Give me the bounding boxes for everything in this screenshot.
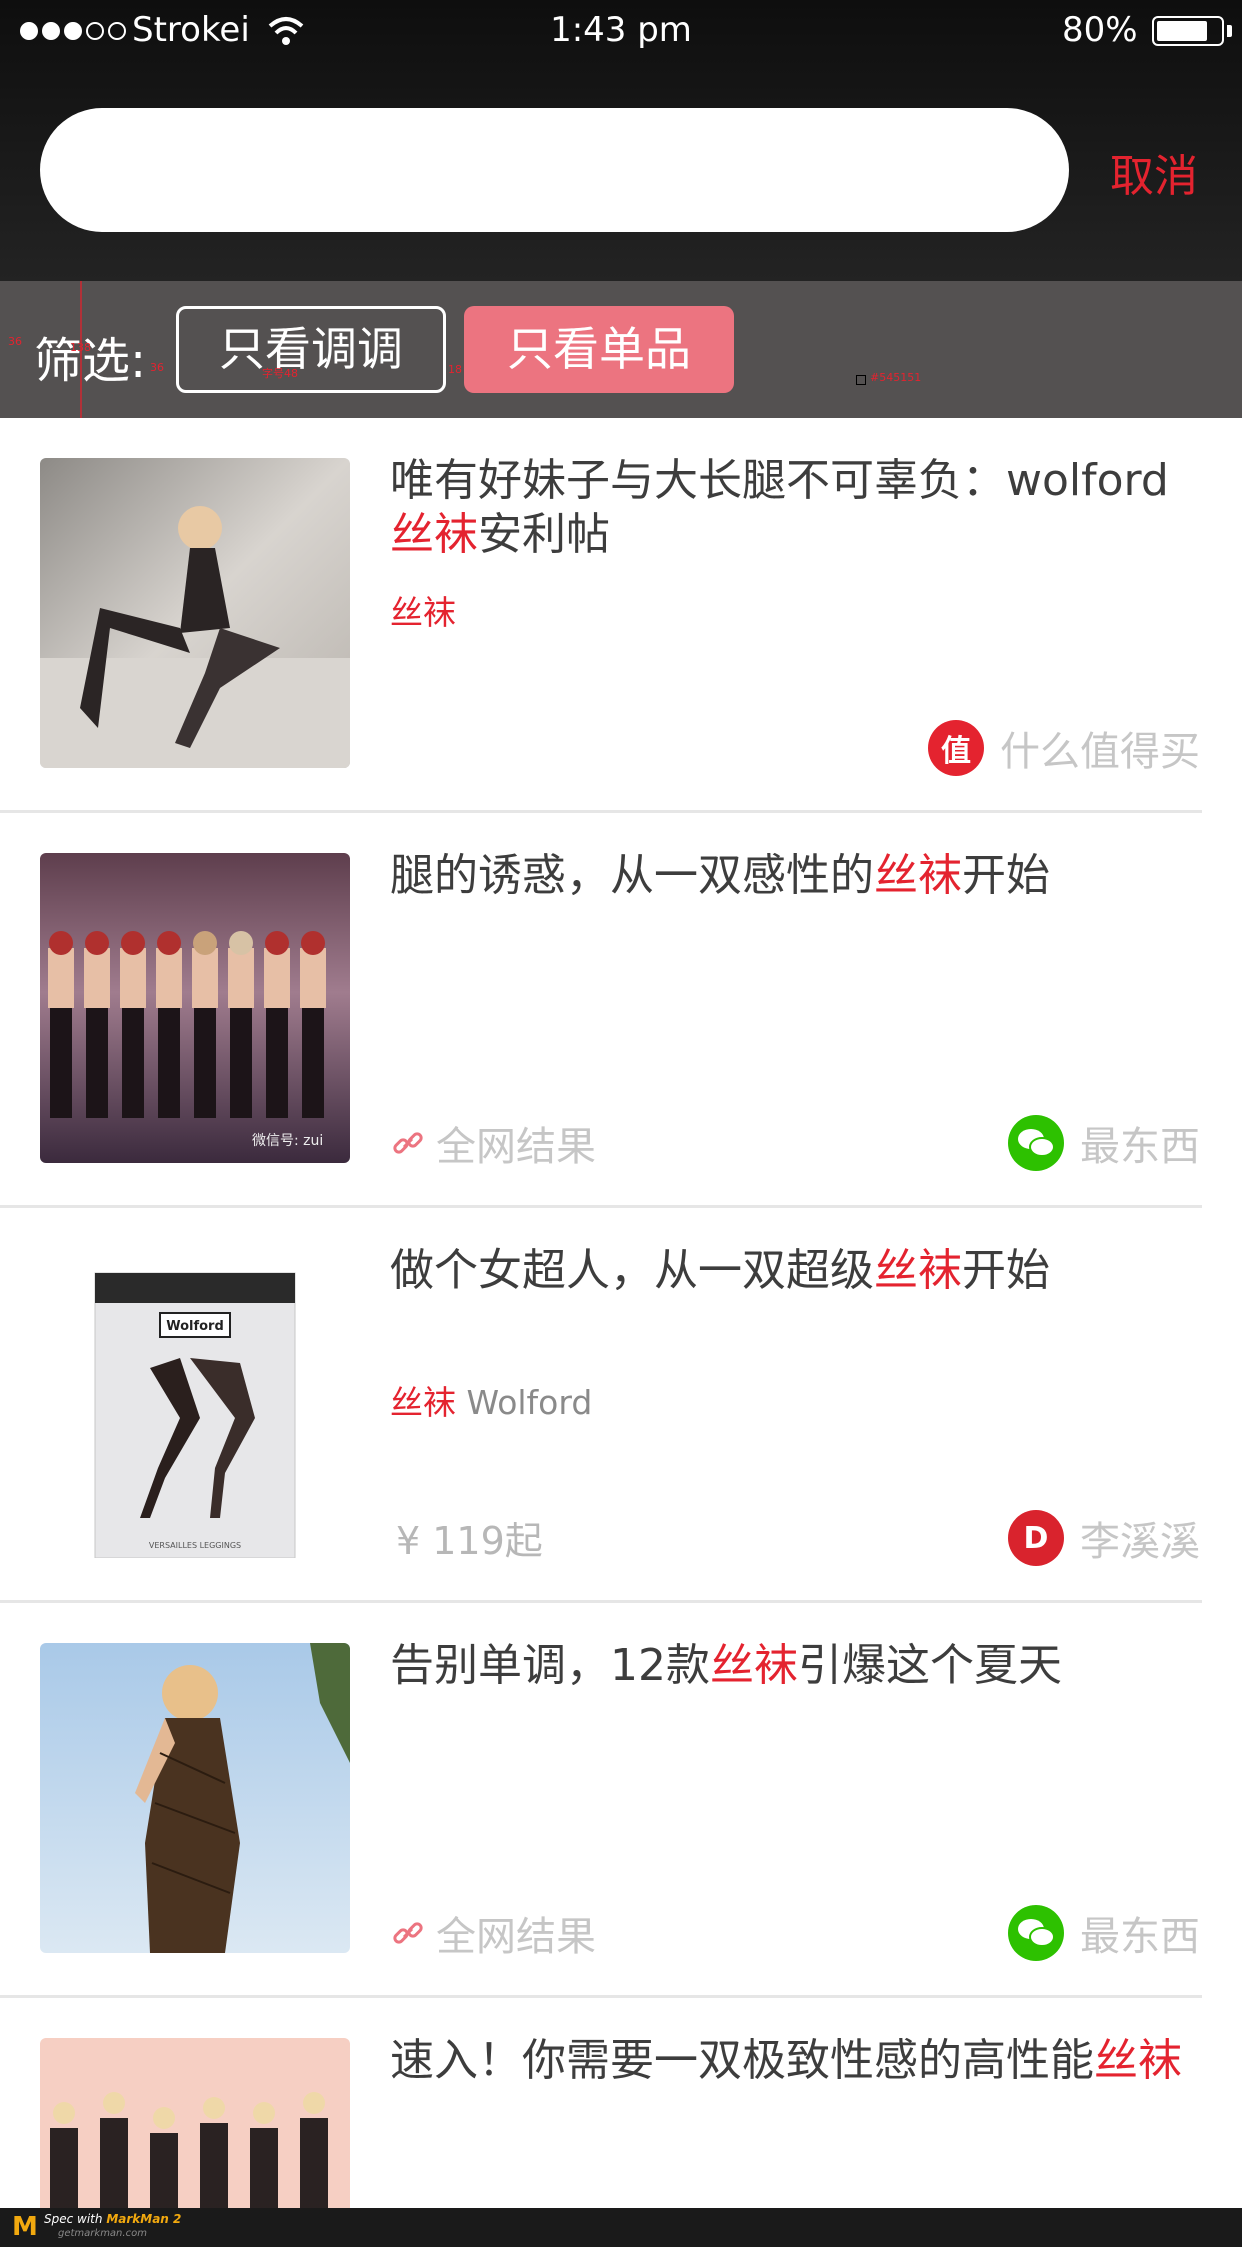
spec-color-swatch xyxy=(856,375,866,385)
list-item[interactable]: 唯有好妹子与大长腿不可辜负：wolford丝袜安利帖 丝袜 值 什么值得买 xyxy=(0,418,1242,813)
item-title: 告别单调，12款丝袜引爆这个夏天 xyxy=(390,1640,1062,1691)
list-item[interactable]: 微信号: zui 腿的诱惑，从一双感性的丝袜开始 全网结果 最东西 xyxy=(0,813,1242,1208)
item-thumbnail: 微信号: zui xyxy=(40,853,350,1163)
filter-only-looks-button[interactable]: 只看调调 xyxy=(176,306,446,393)
item-price: ¥ 119起 xyxy=(396,1519,543,1563)
battery-percentage: 80% xyxy=(1062,10,1138,50)
d-icon: D xyxy=(1008,1510,1064,1566)
item-source: 最东西 xyxy=(1008,1904,1200,1962)
filter-label: 筛选: xyxy=(34,333,147,389)
item-source: 值 什么值得买 xyxy=(928,719,1200,777)
svg-text:Wolford: Wolford xyxy=(166,1319,224,1334)
list-item[interactable]: Wolford VERSAILLES LEGGINGS 做个女超人，从一双超级丝… xyxy=(0,1208,1242,1603)
item-title: 腿的诱惑，从一双感性的丝袜开始 xyxy=(390,850,1050,901)
list-item[interactable]: 告别单调，12款丝袜引爆这个夏天 全网结果 最东西 xyxy=(0,1603,1242,1998)
wechat-icon xyxy=(1008,1115,1064,1171)
spec-annotation: #545151 xyxy=(870,371,922,384)
markman-url: getmarkman.com xyxy=(58,2228,147,2239)
svg-text:微信号: zui: 微信号: zui xyxy=(252,1133,323,1149)
svg-text:VERSAILLES LEGGINGS: VERSAILLES LEGGINGS xyxy=(149,1541,241,1550)
markman-footer: M Spec with MarkMan 2 getmarkman.com xyxy=(0,2208,1242,2247)
cancel-button[interactable]: 取消 xyxy=(1110,140,1198,204)
item-title: 速入！你需要一双极致性感的高性能丝袜 xyxy=(390,2035,1182,2086)
filter-bar: 筛选: 只看调调 只看单品 36 138 36 字号48 18 #545151 xyxy=(0,281,1242,418)
clock: 1:43 pm xyxy=(550,10,692,50)
status-bar: Strokei 1:43 pm 80% xyxy=(0,0,1242,64)
item-source: D 李溪溪 xyxy=(1008,1509,1200,1567)
item-thumbnail xyxy=(40,458,350,768)
all-web-results-link[interactable]: 全网结果 xyxy=(390,1904,596,1962)
link-icon xyxy=(393,1132,423,1154)
list-item[interactable]: 速入！你需要一双极致性感的高性能丝袜 xyxy=(0,1998,1242,2208)
item-thumbnail: Wolford VERSAILLES LEGGINGS xyxy=(40,1248,350,1558)
item-thumbnail xyxy=(40,2038,350,2208)
item-source: 最东西 xyxy=(1008,1114,1200,1172)
header: Strokei 1:43 pm 80% 取消 xyxy=(0,0,1242,281)
markman-logo: M xyxy=(12,2212,38,2242)
spec-annotation: 字号48 xyxy=(262,367,298,380)
item-title: 做个女超人，从一双超级丝袜开始 xyxy=(390,1245,1050,1296)
item-tags: 丝袜 Wolford xyxy=(390,1383,593,1422)
filter-only-items-button[interactable]: 只看单品 xyxy=(464,306,734,393)
markman-tagline: Spec with MarkMan 2 xyxy=(44,2212,182,2226)
all-web-results-link[interactable]: 全网结果 xyxy=(390,1114,596,1172)
item-title: 唯有好妹子与大长腿不可辜负：wolford丝袜安利帖 xyxy=(390,455,1169,560)
zhi-icon: 值 xyxy=(928,720,984,776)
link-icon xyxy=(393,1922,423,1944)
item-thumbnail xyxy=(40,1643,350,1953)
spec-annotation: 36 xyxy=(8,335,22,348)
spec-guide-line xyxy=(80,281,82,418)
wechat-icon xyxy=(1008,1905,1064,1961)
spec-annotation: 18 xyxy=(448,363,462,376)
spec-annotation: 36 xyxy=(150,361,164,374)
battery-tip xyxy=(1227,25,1232,37)
item-tags: 丝袜 xyxy=(390,593,456,632)
search-input[interactable] xyxy=(40,108,1069,232)
battery-icon xyxy=(1152,16,1224,46)
